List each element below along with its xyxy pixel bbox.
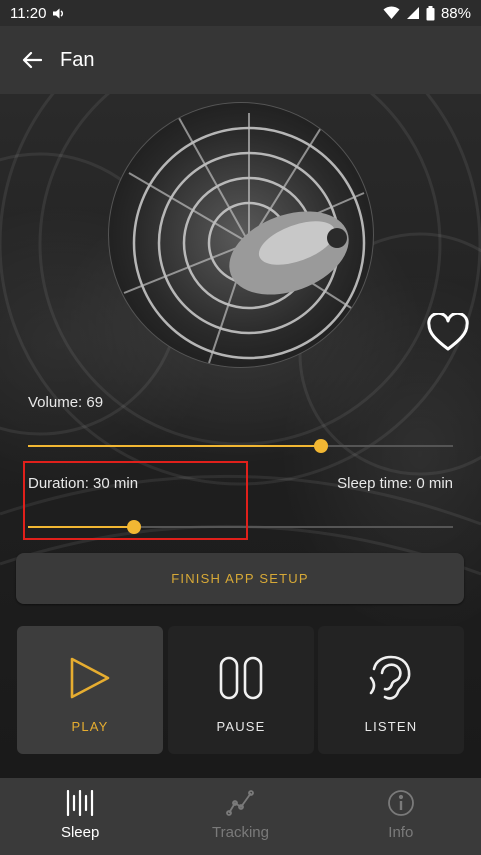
status-bar: 11:20 88%: [0, 0, 481, 26]
signal-icon: [406, 6, 420, 20]
pause-label: PAUSE: [216, 719, 266, 734]
battery-percent: 88%: [440, 4, 471, 22]
volume-label: Volume: 69: [28, 394, 104, 411]
tracking-graph-icon: [226, 788, 255, 818]
battery-icon: [426, 5, 435, 21]
play-icon: [68, 654, 112, 702]
pause-icon: [218, 654, 264, 702]
play-button[interactable]: PLAY: [17, 626, 163, 754]
fan-image: [108, 102, 374, 368]
listen-button[interactable]: LISTEN: [318, 626, 464, 754]
nav-label-tracking: Tracking: [212, 824, 269, 841]
play-label: PLAY: [71, 719, 109, 734]
wifi-icon: [383, 6, 400, 20]
finish-app-setup-button[interactable]: FINISH APP SETUP: [16, 553, 464, 604]
nav-label-sleep: Sleep: [60, 824, 100, 841]
volume-icon: [52, 7, 65, 20]
nav-item-sleep[interactable]: Sleep: [0, 778, 160, 855]
pause-button[interactable]: PAUSE: [168, 626, 314, 754]
duration-highlight-box: [23, 461, 248, 540]
favorite-button[interactable]: [426, 311, 470, 353]
nav-label-info: Info: [388, 824, 414, 841]
nav-item-tracking[interactable]: Tracking: [160, 778, 320, 855]
back-button[interactable]: [18, 46, 46, 74]
arrow-back-icon: [22, 51, 42, 69]
bottom-navigation: Sleep Tracking Info: [0, 778, 481, 855]
nav-item-info[interactable]: Info: [321, 778, 481, 855]
volume-thumb[interactable]: [314, 439, 329, 453]
info-icon: [387, 788, 415, 818]
volume-slider[interactable]: [28, 436, 453, 456]
sleep-time-label: Sleep time: 0 min: [337, 475, 453, 492]
page-title: Fan: [60, 48, 95, 71]
sound-bars-icon: [66, 788, 94, 818]
listen-label: LISTEN: [364, 719, 418, 734]
ear-icon: [368, 654, 414, 702]
app-bar: Fan: [0, 26, 481, 94]
status-time: 11:20: [10, 4, 47, 22]
heart-outline-icon: [427, 311, 469, 351]
volume-fill: [28, 445, 322, 447]
